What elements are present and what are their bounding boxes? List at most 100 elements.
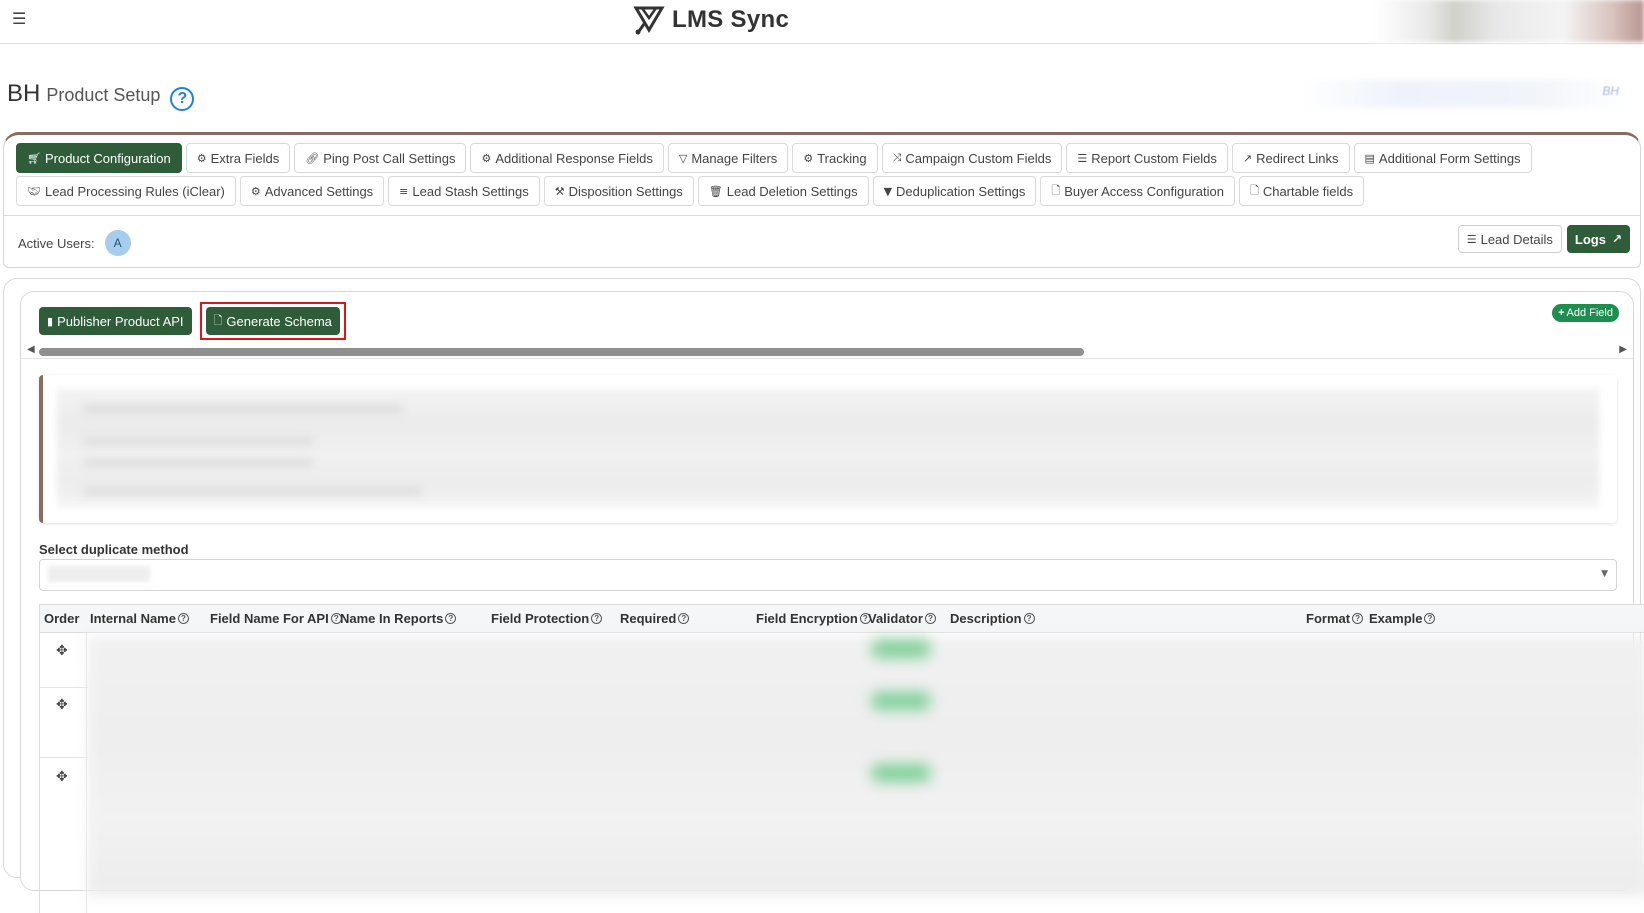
lms-sync-logo-icon: [633, 6, 665, 35]
column-label: Name In Reports: [340, 611, 444, 626]
tab-extra-fields[interactable]: ⚙ Extra Fields: [185, 143, 291, 173]
redacted-line: [83, 437, 313, 445]
list-icon: ☰: [1466, 232, 1477, 246]
logs-button[interactable]: Logs ↗: [1566, 225, 1630, 253]
app-logo[interactable]: LMS Sync: [632, 4, 789, 36]
tab-tracking[interactable]: ⚙ Tracking: [792, 143, 878, 173]
redacted-line: [83, 487, 423, 495]
user-profile-area[interactable]: [1374, 0, 1644, 42]
column-field-name-api: Field Name For API?: [210, 611, 342, 626]
duplicate-method-select[interactable]: ▼: [39, 559, 1617, 591]
tab-redirect-links[interactable]: ↗ Redirect Links: [1231, 143, 1350, 173]
trash-icon: 🗑︎: [708, 184, 723, 198]
help-icon[interactable]: ?: [678, 613, 690, 624]
order-column: ✥ ✥ ✥: [39, 633, 88, 913]
generate-schema-label: Generate Schema: [226, 313, 332, 329]
avatar[interactable]: A: [104, 230, 131, 256]
tab-chartable-fields[interactable]: 🗋︎ Chartable fields: [1238, 176, 1365, 206]
tab-label: Tracking: [817, 150, 867, 166]
tab-label: Lead Stash Settings: [412, 183, 529, 199]
product-code: BH: [7, 80, 41, 107]
tab-label: Redirect Links: [1256, 150, 1339, 166]
tab-lead-deletion-settings[interactable]: 🗑︎ Lead Deletion Settings: [697, 176, 869, 206]
help-icon[interactable]: ?: [1424, 613, 1436, 624]
drag-handle-icon[interactable]: ✥: [56, 643, 68, 659]
gears-icon: ⚙: [481, 151, 492, 165]
scroll-right-icon[interactable]: ▶: [1619, 344, 1627, 355]
help-icon[interactable]: ?: [924, 613, 936, 624]
tab-campaign-custom-fields[interactable]: ⤨ Campaign Custom Fields: [881, 143, 1063, 173]
horizontal-scrollbar[interactable]: ◀ ▶: [23, 344, 1631, 358]
add-field-button[interactable]: + Add Field: [1552, 304, 1619, 322]
lead-details-label: Lead Details: [1480, 231, 1553, 247]
tab-manage-filters[interactable]: ▽ Manage Filters: [667, 143, 789, 173]
tab-row-1: 🛒︎ Product Configuration ⚙ Extra Fields …: [16, 143, 1532, 173]
tab-label: Advanced Settings: [264, 183, 374, 199]
help-icon[interactable]: ?: [445, 613, 457, 624]
tab-label: Extra Fields: [210, 150, 280, 166]
tab-additional-form-settings[interactable]: ▤ Additional Form Settings: [1353, 143, 1532, 173]
form-icon: ▤: [1364, 151, 1375, 165]
tab-disposition-settings[interactable]: ⚒ Disposition Settings: [543, 176, 694, 206]
book-icon: ▮: [47, 314, 54, 328]
gears-icon: ⚙: [803, 151, 814, 165]
question-circle-icon[interactable]: ?: [170, 87, 195, 111]
page-header: BH Product Setup ?: [7, 80, 195, 111]
header-info-blur: [1300, 80, 1630, 108]
tab-product-configuration[interactable]: 🛒︎ Product Configuration: [16, 143, 182, 173]
duplicate-method-label: Select duplicate method: [39, 542, 189, 557]
row-divider: [40, 687, 88, 688]
tab-additional-response-fields[interactable]: ⚙ Additional Response Fields: [470, 143, 664, 173]
generate-schema-highlight: 🗋︎ Generate Schema: [199, 302, 346, 340]
cart-icon: 🛒︎: [27, 151, 41, 165]
publisher-product-api-button[interactable]: ▮ Publisher Product API: [39, 307, 192, 335]
file-icon: 🗋︎: [1051, 183, 1061, 197]
tab-report-custom-fields[interactable]: ☰ Report Custom Fields: [1066, 143, 1228, 173]
column-label: Format: [1306, 611, 1351, 626]
tab-lead-stash-settings[interactable]: ≡ Lead Stash Settings: [388, 176, 540, 206]
duplicate-method-value: [48, 566, 150, 582]
tab-label: Campaign Custom Fields: [905, 150, 1052, 166]
lead-details-button[interactable]: ☰ Lead Details: [1457, 225, 1562, 253]
active-users-label: Active Users:: [18, 235, 95, 251]
column-field-protection: Field Protection?: [491, 611, 603, 626]
shuffle-icon: ⤨: [892, 151, 902, 164]
help-icon[interactable]: ?: [177, 613, 189, 624]
nav-divider: [4, 215, 1640, 216]
tab-buyer-access-configuration[interactable]: 🗋︎ Buyer Access Configuration: [1040, 176, 1235, 206]
header-right-text: BH: [1602, 84, 1619, 98]
column-label: Required: [620, 611, 677, 626]
tab-ping-post-call-settings[interactable]: 🔗︎ Ping Post Call Settings: [294, 143, 467, 173]
active-users: Active Users: A: [18, 230, 131, 256]
tab-label: Ping Post Call Settings: [323, 150, 456, 166]
handshake-icon: 🤝︎: [27, 184, 41, 198]
header-actions: ☰ Lead Details Logs ↗: [1457, 225, 1630, 253]
content-outer-card: ▮ Publisher Product API 🗋︎ Generate Sche…: [3, 278, 1644, 913]
tab-label: Lead Processing Rules (iClear): [44, 183, 225, 199]
drag-handle-icon[interactable]: ✥: [56, 697, 68, 713]
scroll-left-icon[interactable]: ◀: [27, 344, 35, 355]
table-header: Order Internal Name? Field Name For API?…: [39, 604, 1644, 633]
app-name: LMS Sync: [672, 6, 790, 33]
tab-lead-processing-rules[interactable]: 🤝︎ Lead Processing Rules (iClear): [16, 176, 236, 206]
tab-advanced-settings[interactable]: ⚙ Advanced Settings: [239, 176, 385, 206]
tab-deduplication-settings[interactable]: ▼ Deduplication Settings: [872, 176, 1037, 206]
filter-icon: ▽: [678, 151, 688, 165]
tab-label: Deduplication Settings: [896, 183, 1026, 199]
redacted-info-panel: [39, 375, 1617, 523]
tab-label: Chartable fields: [1262, 183, 1354, 199]
scrollbar-thumb[interactable]: [39, 348, 1084, 356]
column-label: Example: [1369, 611, 1423, 626]
column-order: Order: [44, 611, 79, 626]
help-icon[interactable]: ?: [591, 613, 603, 624]
gear-icon: ⚙: [250, 184, 261, 198]
hamburger-icon[interactable]: ☰: [12, 9, 26, 28]
generate-schema-button[interactable]: 🗋︎ Generate Schema: [205, 307, 340, 335]
column-label: Description: [950, 611, 1022, 626]
column-format: Format?: [1306, 611, 1364, 626]
drag-handle-icon[interactable]: ✥: [56, 769, 68, 785]
help-icon[interactable]: ?: [1352, 613, 1364, 624]
help-icon[interactable]: ?: [1023, 613, 1035, 624]
file-icon: 🗋︎: [213, 313, 223, 327]
chevron-down-icon: ▼: [1601, 569, 1608, 579]
